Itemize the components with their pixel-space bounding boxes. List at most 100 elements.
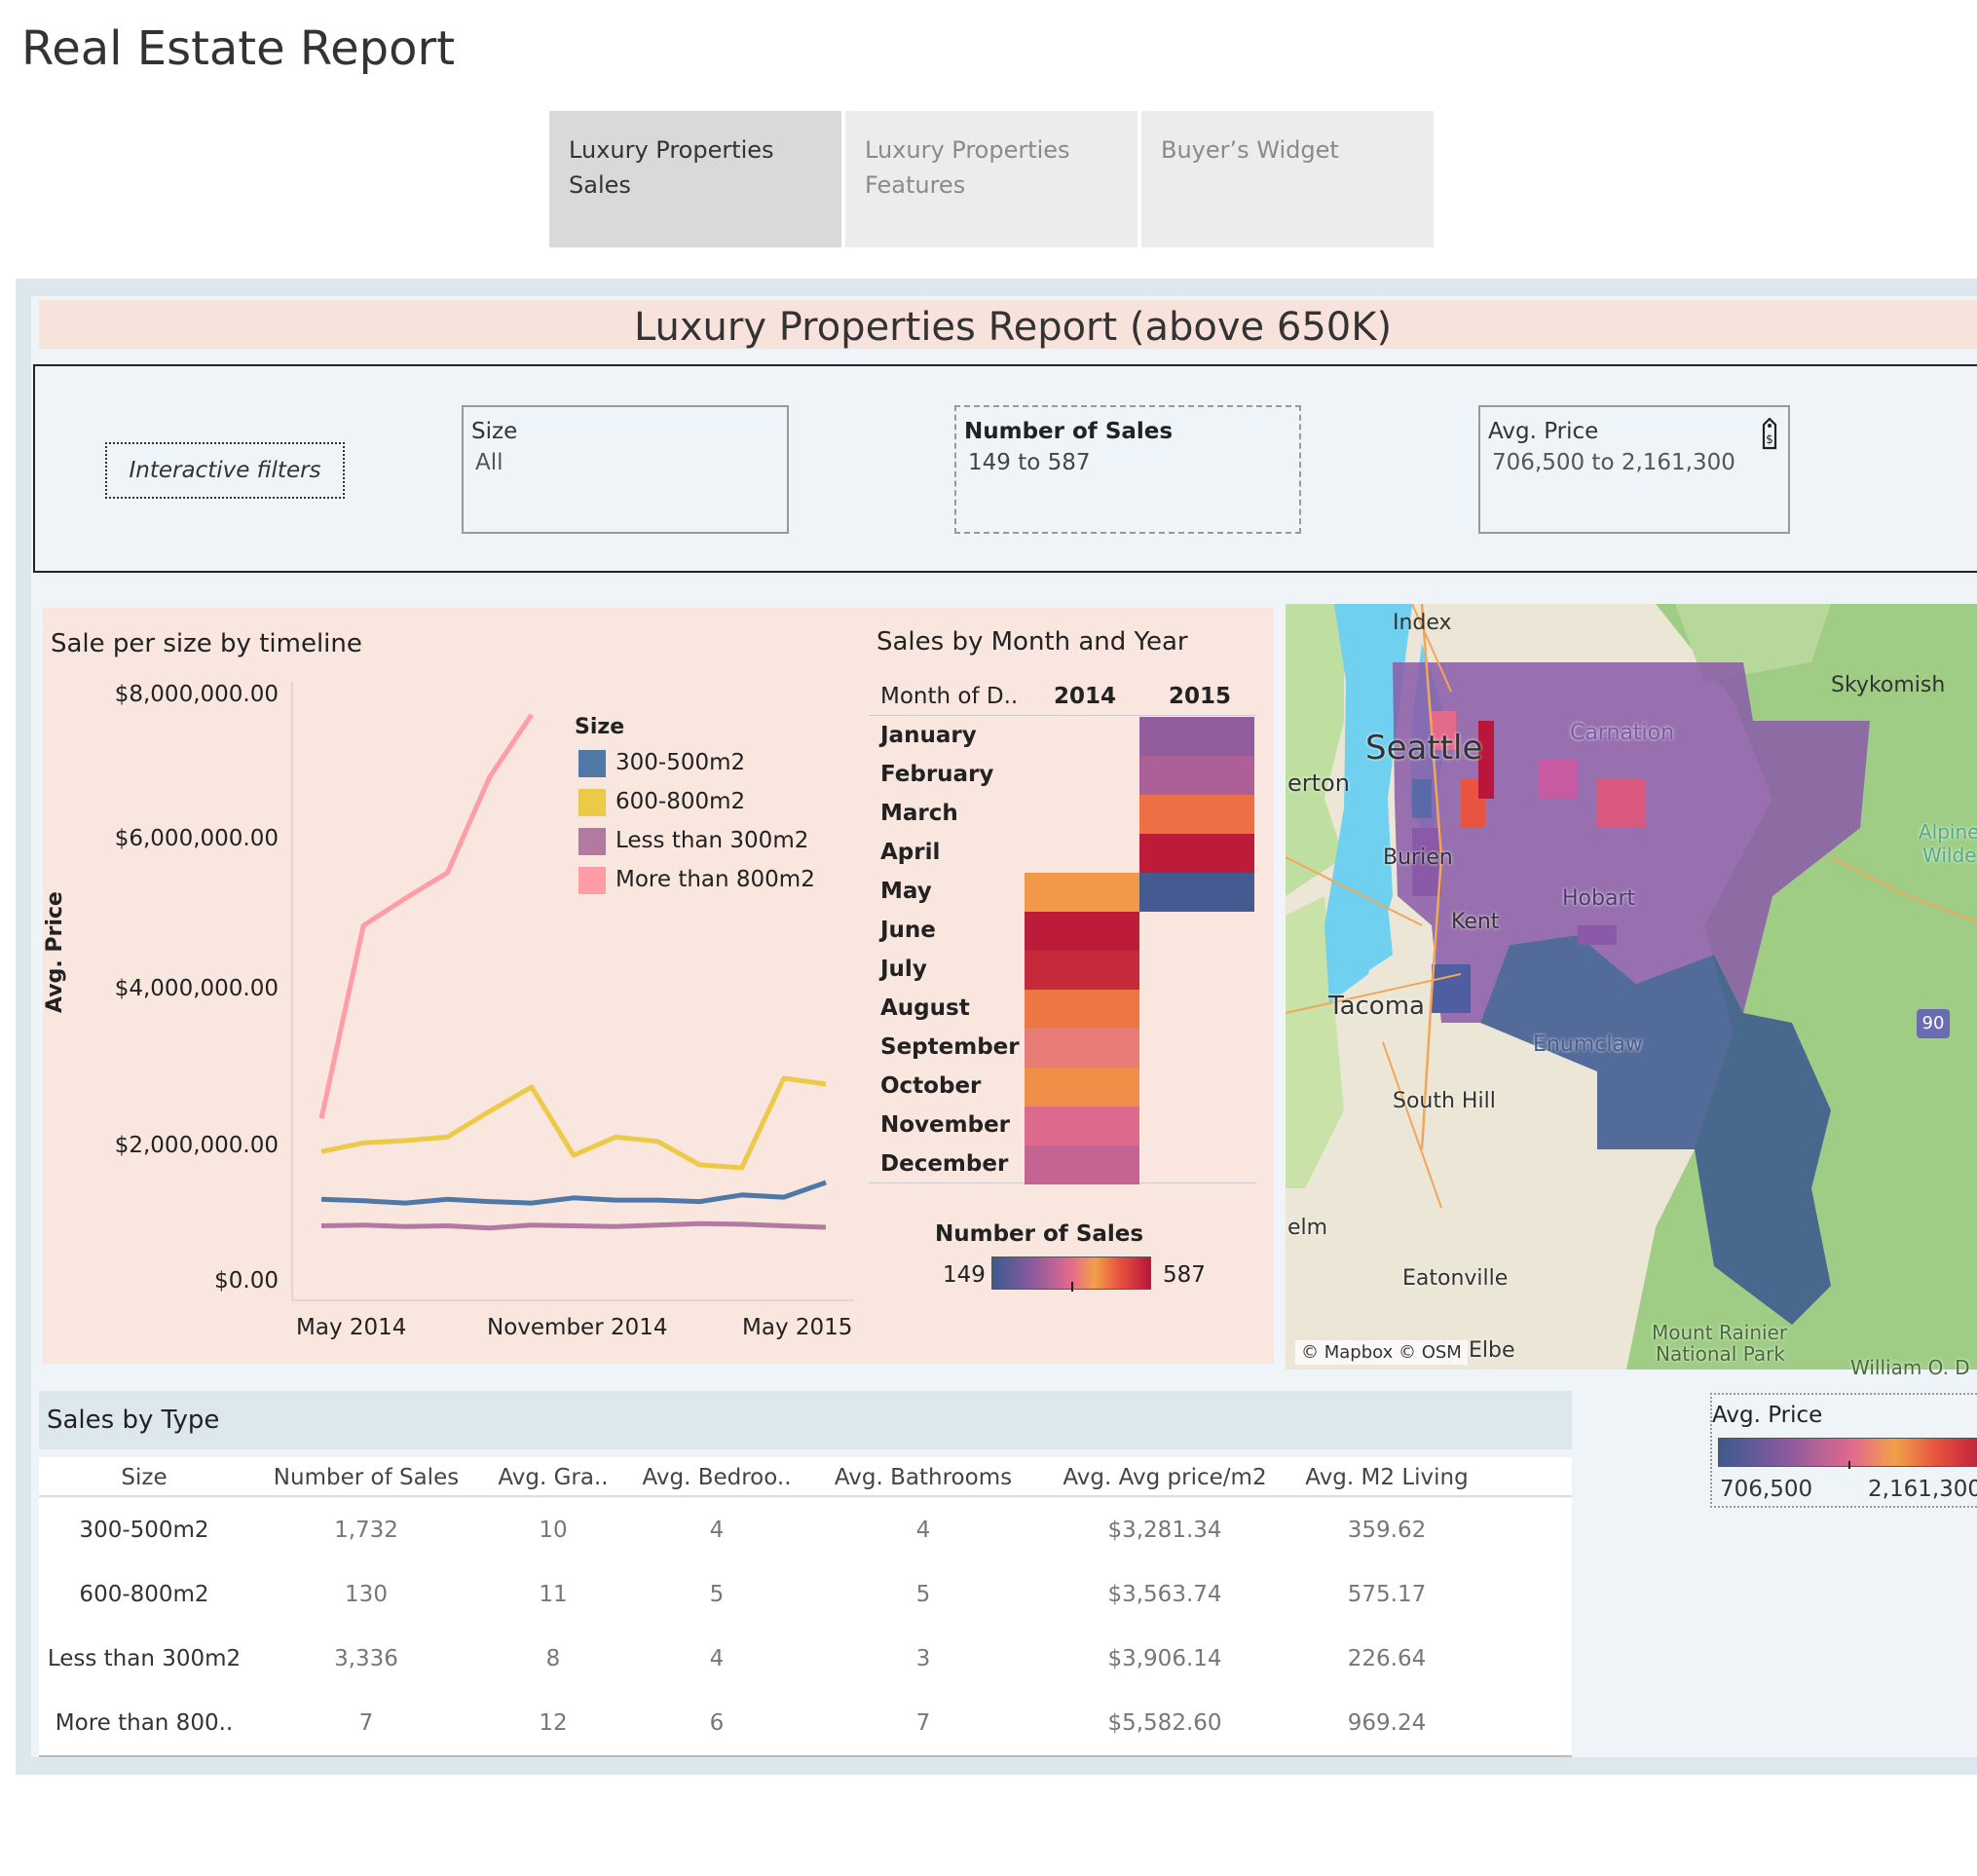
map-label: National Park <box>1656 1342 1785 1366</box>
table-column-header[interactable]: Avg. Bedroo.. <box>642 1465 791 1490</box>
heatmap-row-header: Month of D.. <box>880 684 1019 709</box>
table-cell: 5 <box>915 1582 931 1607</box>
legend-swatch <box>578 867 606 894</box>
map-label: Wilde <box>1922 844 1977 867</box>
table-cell: 969.24 <box>1347 1710 1427 1736</box>
highway-90-icon: 90 <box>1917 1009 1950 1038</box>
avg-price-legend-max: 2,161,300 <box>1868 1477 1977 1502</box>
heatmap-col-2015: 2015 <box>1169 684 1232 709</box>
table-row[interactable] <box>39 1691 1572 1757</box>
sales-legend-max: 587 <box>1163 1262 1206 1288</box>
map-panel[interactable]: Index Skykomish <box>1286 604 1977 1369</box>
heatmap-month-label: August <box>880 995 970 1021</box>
legend-label: More than 800m2 <box>615 867 815 892</box>
table-column-header[interactable]: Avg. Avg price/m2 <box>1063 1465 1266 1490</box>
legend-label: 600-800m2 <box>615 789 746 814</box>
heatmap-month-label: May <box>880 879 932 904</box>
map-label: Eatonville <box>1402 1266 1509 1291</box>
map-label: South Hill <box>1393 1089 1496 1113</box>
table-cell: 12 <box>539 1710 568 1736</box>
map-label: erton <box>1287 769 1350 797</box>
table-cell: 575.17 <box>1347 1582 1427 1607</box>
map-label: Burien <box>1383 845 1453 870</box>
heatmap-month-label: January <box>880 723 977 748</box>
table-column-header[interactable]: Number of Sales <box>274 1465 459 1490</box>
heatmap-month-label: June <box>880 918 936 943</box>
sales-legend-marker <box>1071 1282 1073 1292</box>
table-cell: 6 <box>709 1710 725 1736</box>
heatmap-cell[interactable] <box>1139 756 1254 795</box>
table-cell: $3,281.34 <box>1107 1518 1222 1543</box>
heatmap-month-label: October <box>880 1073 982 1099</box>
map-label: elm <box>1287 1216 1328 1240</box>
table-cell: $3,563.74 <box>1107 1582 1222 1607</box>
table-column-header[interactable]: Avg. M2 Living <box>1305 1465 1468 1490</box>
series-line-more-than-800m2[interactable] <box>318 713 534 1119</box>
heatmap-cell[interactable] <box>1025 873 1139 912</box>
legend-swatch <box>578 750 606 777</box>
heatmap-month-label: March <box>880 801 958 826</box>
table-cell: 600-800m2 <box>79 1582 209 1607</box>
legend-title: Size <box>575 715 625 739</box>
table-cell: 300-500m2 <box>79 1518 209 1543</box>
table-cell: 7 <box>358 1710 374 1736</box>
heatmap-title: Sales by Month and Year <box>877 627 1188 657</box>
table-title-bar <box>39 1391 1572 1449</box>
legend-label: 300-500m2 <box>615 750 746 775</box>
table-cell: $3,906.14 <box>1107 1646 1222 1671</box>
map-label: William O. D <box>1850 1356 1970 1379</box>
table-cell: Less than 300m2 <box>47 1646 242 1671</box>
table-cell: 226.64 <box>1347 1646 1427 1671</box>
x-tick-label: November 2014 <box>487 1315 668 1340</box>
x-tick-label: May 2015 <box>742 1315 853 1340</box>
map-attribution[interactable]: © Mapbox © OSM <box>1295 1340 1468 1365</box>
table-cell: 11 <box>539 1582 568 1607</box>
table-row[interactable] <box>39 1498 1572 1564</box>
avg-price-legend-marker <box>1848 1461 1850 1469</box>
table-cell: $5,582.60 <box>1107 1710 1222 1736</box>
table-column-header[interactable]: Avg. Bathrooms <box>835 1465 1012 1490</box>
table-cell: 130 <box>345 1582 388 1607</box>
series-line-300-500m2[interactable] <box>320 1180 827 1206</box>
map-svg[interactable]: Index Skykomish <box>1286 604 1977 1369</box>
series-line-600-800m2[interactable] <box>320 1075 827 1171</box>
table-cell: 7 <box>915 1710 931 1736</box>
table-cell: 10 <box>539 1518 568 1543</box>
table-cell: 359.62 <box>1347 1518 1427 1543</box>
map-label: Carnation <box>1570 721 1675 745</box>
table-cell: 1,732 <box>334 1518 398 1543</box>
heatmap-cell[interactable] <box>1025 951 1139 990</box>
heatmap-cell[interactable] <box>1139 834 1254 873</box>
heatmap-month-label: July <box>880 957 927 982</box>
series-line-less-than-300m2[interactable] <box>320 1220 827 1231</box>
heatmap-cell[interactable] <box>1025 1068 1139 1107</box>
table-cell: 5 <box>709 1582 725 1607</box>
avg-price-legend-gradient[interactable] <box>1718 1438 1977 1467</box>
heatmap-month-label: September <box>880 1034 1020 1060</box>
heatmap-month-label: November <box>880 1112 1011 1138</box>
heatmap-cell[interactable] <box>1139 873 1254 912</box>
table-cell: 3 <box>915 1646 931 1671</box>
legend-swatch <box>578 828 606 855</box>
table-row[interactable] <box>39 1562 1572 1629</box>
heatmap-cell[interactable] <box>1025 912 1139 951</box>
heatmap-month-label: February <box>880 762 994 787</box>
heatmap-month-label: April <box>880 840 941 865</box>
table-cell: 8 <box>545 1646 561 1671</box>
heatmap-cell[interactable] <box>1025 1145 1139 1184</box>
table-column-header[interactable]: Avg. Gra.. <box>498 1465 608 1490</box>
map-label: Tacoma <box>1328 992 1425 1021</box>
table-cell: 4 <box>709 1518 725 1543</box>
table-cell: More than 800.. <box>55 1710 234 1736</box>
heatmap-cell[interactable] <box>1025 1107 1139 1145</box>
sales-legend-min: 149 <box>943 1262 986 1288</box>
map-label: Skykomish <box>1831 673 1945 697</box>
heatmap-cell[interactable] <box>1025 1029 1139 1068</box>
x-tick-label: May 2014 <box>296 1315 407 1340</box>
heatmap-cell[interactable] <box>1139 717 1254 756</box>
heatmap-cell[interactable] <box>1025 990 1139 1029</box>
heatmap-cell[interactable] <box>1139 795 1254 834</box>
table-column-header[interactable]: Size <box>121 1465 167 1490</box>
map-label: Hobart <box>1562 886 1636 911</box>
table-row[interactable] <box>39 1627 1572 1693</box>
